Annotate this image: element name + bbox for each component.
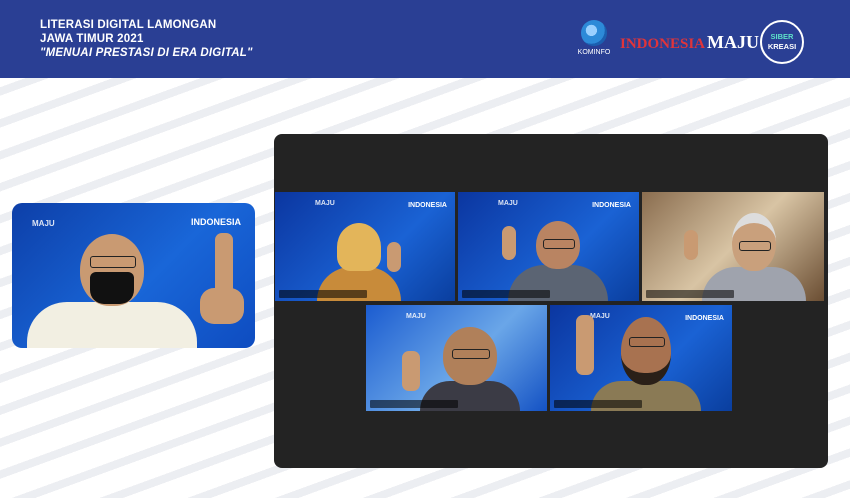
- tile-logo-maju: MAJU: [406, 313, 426, 320]
- participant-2-person: [508, 221, 608, 301]
- kominfo-icon: [581, 20, 607, 46]
- participant-tile-2[interactable]: MAJU INDONESIA: [458, 192, 639, 301]
- participant-4-person: [420, 327, 520, 411]
- participant-5-name-strip: [554, 400, 642, 408]
- glasses-icon: [543, 239, 575, 249]
- kominfo-logo: KOMINFO: [575, 20, 613, 64]
- event-title: LITERASI DIGITAL LAMONGAN: [40, 19, 217, 31]
- kreasi-text: KREASI: [767, 42, 797, 51]
- hand-wave-icon: [402, 351, 420, 391]
- host-person: [27, 234, 197, 348]
- participant-3-name-strip: [646, 290, 734, 298]
- host-video-tile[interactable]: MAJU INDONESIA: [12, 203, 255, 348]
- participant-1-name-strip: [279, 290, 367, 298]
- kominfo-label: KOMINFO: [577, 49, 611, 56]
- participant-3-head: [732, 213, 776, 271]
- host-shirt: [27, 302, 197, 348]
- indonesia-maju-logo: INDONESIA MAJU: [620, 32, 759, 53]
- participant-2-head: [536, 221, 580, 269]
- host-head: [80, 234, 144, 306]
- event-subtitle: JAWA TIMUR 2021: [40, 33, 144, 45]
- tile-tag-indonesia: INDONESIA: [592, 202, 631, 209]
- participant-3-person: [702, 213, 806, 301]
- participant-4-name-strip: [370, 400, 458, 408]
- event-title-block: LITERASI DIGITAL LAMONGAN JAWA TIMUR 202…: [40, 18, 253, 60]
- participant-5-head: [621, 317, 671, 385]
- participant-4-head: [443, 327, 497, 385]
- participant-tile-3[interactable]: [642, 192, 824, 301]
- l-hand-gesture-icon: [684, 230, 698, 260]
- tile-logo-maju: MAJU: [32, 219, 55, 228]
- participant-2-name-strip: [462, 290, 550, 298]
- glasses-icon: [90, 256, 136, 268]
- tile-tag-indonesia: INDONESIA: [190, 217, 241, 227]
- participant-tile-5[interactable]: MAJU INDONESIA: [550, 305, 732, 411]
- glasses-icon: [452, 349, 490, 359]
- siber-text: SIBER: [770, 32, 794, 41]
- tile-logo-maju: MAJU: [315, 200, 335, 207]
- tile-logo-maju: MAJU: [498, 200, 518, 207]
- participant-tile-1[interactable]: MAJU INDONESIA: [275, 192, 455, 301]
- maju-wordmark: MAJU: [707, 32, 760, 52]
- l-hand-gesture-icon: [576, 315, 594, 375]
- l-hand-gesture-icon: [387, 242, 401, 272]
- header-banner: LITERASI DIGITAL LAMONGAN JAWA TIMUR 202…: [0, 0, 850, 78]
- face-mask-icon: [90, 272, 134, 304]
- event-tagline: "MENUAI PRESTASI DI ERA DIGITAL": [40, 47, 253, 59]
- hijab: [337, 223, 381, 271]
- video-call-panel: MAJU INDONESIA MAJU INDONESIA MAJU MAJU …: [274, 134, 828, 468]
- glasses-icon: [629, 337, 665, 347]
- siberkreasi-logo: SIBER KREASI: [760, 20, 804, 64]
- participant-5-person: [591, 317, 701, 411]
- hand-palm-icon: [200, 288, 244, 324]
- tile-tag-indonesia: INDONESIA: [408, 202, 447, 209]
- indonesia-wordmark: INDONESIA: [620, 36, 706, 52]
- participant-tile-4[interactable]: MAJU: [366, 305, 547, 411]
- l-hand-gesture-icon: [502, 226, 516, 260]
- glasses-icon: [739, 241, 771, 251]
